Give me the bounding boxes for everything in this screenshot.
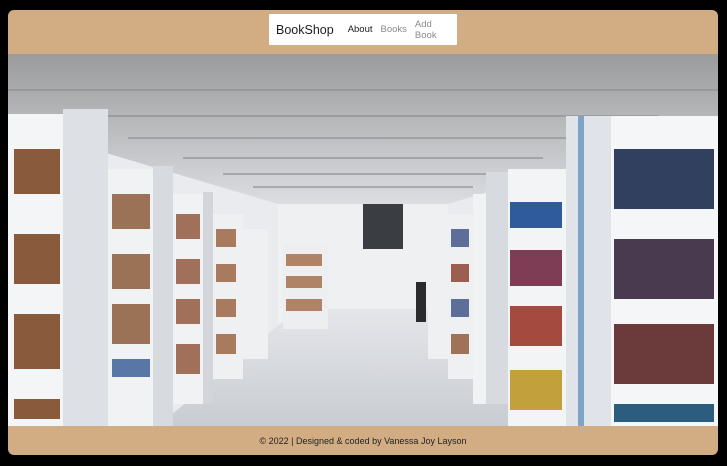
nav-link-books[interactable]: Books — [381, 24, 407, 35]
library-illustration — [8, 54, 718, 426]
hero-image — [8, 54, 718, 426]
nav-link-about[interactable]: About — [348, 24, 373, 35]
brand-link[interactable]: BookShop — [276, 23, 334, 37]
distant-doorway — [363, 204, 403, 249]
page-frame: BookShop About Books Add Book © 2022 | D… — [8, 10, 718, 455]
distant-person — [416, 282, 426, 322]
footer-text: © 2022 | Designed & coded by Vanessa Joy… — [259, 435, 467, 446]
navbar: BookShop About Books Add Book — [269, 14, 457, 45]
nav-link-add-book[interactable]: Add Book — [415, 19, 449, 41]
footer: © 2022 | Designed & coded by Vanessa Joy… — [8, 426, 718, 455]
